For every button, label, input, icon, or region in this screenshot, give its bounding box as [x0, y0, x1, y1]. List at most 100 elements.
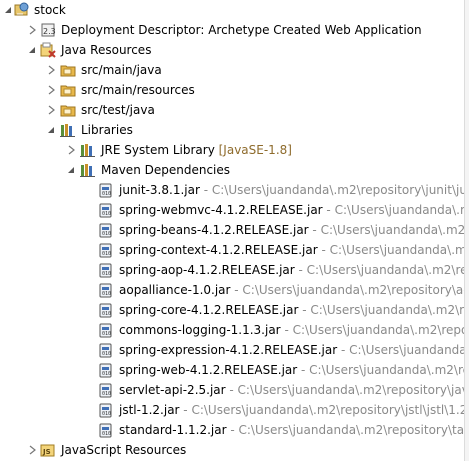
- expand-arrow-icon[interactable]: [46, 85, 56, 95]
- jar-path: - C:\Users\juandanda\.m2\repository: [302, 303, 469, 317]
- collapse-arrow-icon[interactable]: [3, 5, 13, 15]
- collapse-arrow-icon[interactable]: [66, 165, 76, 175]
- library-container-icon: [80, 142, 96, 158]
- tree-item-label: src/main/resources: [81, 83, 195, 97]
- jar-icon: 010: [98, 222, 114, 238]
- tree-item-jre-system-library[interactable]: JRE System Library [JavaSE-1.8]: [0, 140, 469, 160]
- jar-name: standard-1.1.2.jar: [119, 423, 227, 437]
- jar-name: junit-3.8.1.jar: [119, 183, 200, 197]
- tree-item-jar[interactable]: 010 spring-webmvc-4.1.2.RELEASE.jar - C:…: [0, 200, 469, 220]
- svg-text:010: 010: [102, 391, 111, 397]
- tree-item-stock[interactable]: stock: [0, 0, 469, 20]
- jar-path: - C:\Users\juandanda\.m2\repository\jstl…: [179, 403, 468, 417]
- tree-item-src-main-java[interactable]: src/main/java: [0, 60, 469, 80]
- javascript-resources-icon: JS: [40, 442, 56, 458]
- jar-icon: 010: [98, 362, 114, 378]
- jar-icon: 010: [98, 422, 114, 438]
- jar-icon: 010: [98, 262, 114, 278]
- tree-item-label: Libraries: [81, 123, 133, 137]
- tree-item-jar[interactable]: 010 spring-aop-4.1.2.RELEASE.jar - C:\Us…: [0, 260, 469, 280]
- tree-item-jar[interactable]: 010 servlet-api-2.5.jar - C:\Users\juand…: [0, 380, 469, 400]
- svg-text:010: 010: [102, 311, 111, 317]
- tree-item-label: src/test/java: [81, 103, 155, 117]
- source-folder-icon: [60, 102, 76, 118]
- jar-icon: 010: [98, 202, 114, 218]
- tree-item-label: Deployment Descriptor: Archetype Created…: [61, 23, 422, 37]
- jar-path: - C:\Users\juandanda\.m2\repository\tagl: [226, 423, 469, 437]
- jar-name: spring-expression-4.1.2.RELEASE.jar: [119, 343, 338, 357]
- svg-text:JS: JS: [42, 448, 51, 456]
- collapse-arrow-icon[interactable]: [46, 125, 56, 135]
- jar-icon: 010: [98, 342, 114, 358]
- jar-name: jstl-1.2.jar: [119, 403, 180, 417]
- library-container-icon: [80, 162, 96, 178]
- deployment-descriptor-icon: 2.3: [40, 22, 56, 38]
- svg-text:010: 010: [102, 191, 111, 197]
- jar-path: - C:\Users\juandanda\.m2\repository\juni…: [199, 183, 467, 197]
- expand-arrow-icon[interactable]: [46, 65, 56, 75]
- jar-icon: 010: [98, 382, 114, 398]
- web-project-icon: [14, 2, 30, 18]
- jar-path: - C:\Users\juandanda\.m2\repo: [321, 243, 469, 257]
- jar-path: - C:\Users\juandanda\.m2\repositor: [326, 203, 469, 217]
- svg-text:010: 010: [102, 431, 111, 437]
- tree-item-label: JRE System Library [JavaSE-1.8]: [101, 142, 292, 158]
- jar-icon: 010: [98, 282, 114, 298]
- vertical-scrollbar[interactable]: [464, 0, 469, 461]
- java-resources-icon: [40, 42, 56, 58]
- jar-name: spring-core-4.1.2.RELEASE.jar: [119, 303, 299, 317]
- svg-text:010: 010: [102, 291, 111, 297]
- tree-item-src-main-resources[interactable]: src/main/resources: [0, 80, 469, 100]
- tree-item-jar[interactable]: 010 junit-3.8.1.jar - C:\Users\juandanda…: [0, 180, 469, 200]
- tree-item-jar[interactable]: 010 aopalliance-1.0.jar - C:\Users\juand…: [0, 280, 469, 300]
- jar-name: spring-context-4.1.2.RELEASE.jar: [119, 243, 318, 257]
- svg-text:010: 010: [102, 271, 111, 277]
- tree-item-libraries[interactable]: Libraries: [0, 120, 469, 140]
- jar-name: aopalliance-1.0.jar: [119, 283, 231, 297]
- tree-item-label: stock: [34, 3, 66, 17]
- jar-icon: 010: [98, 302, 114, 318]
- collapse-arrow-icon[interactable]: [27, 45, 37, 55]
- tree-item-jar[interactable]: 010 spring-beans-4.1.2.RELEASE.jar - C:\…: [0, 220, 469, 240]
- tree-item-label: Maven Dependencies: [101, 163, 231, 177]
- jar-name: servlet-api-2.5.jar: [119, 383, 226, 397]
- tree-item-jar[interactable]: 010 spring-context-4.1.2.RELEASE.jar - C…: [0, 240, 469, 260]
- tree-item-jar[interactable]: 010 jstl-1.2.jar - C:\Users\juandanda\.m…: [0, 400, 469, 420]
- tree-item-javascript-resources[interactable]: JS JavaScript Resources: [0, 440, 469, 460]
- expand-arrow-icon[interactable]: [66, 145, 76, 155]
- expand-arrow-icon[interactable]: [27, 25, 37, 35]
- svg-text:010: 010: [102, 211, 111, 217]
- tree-item-maven-dependencies[interactable]: Maven Dependencies: [0, 160, 469, 180]
- jar-path: - C:\Users\juandanda\.m2\repository: [301, 363, 469, 377]
- jre-version-decoration: [JavaSE-1.8]: [218, 143, 292, 157]
- svg-text:010: 010: [102, 351, 111, 357]
- jar-name: spring-web-4.1.2.RELEASE.jar: [119, 363, 298, 377]
- source-folder-icon: [60, 82, 76, 98]
- libraries-icon: [60, 122, 76, 138]
- svg-text:010: 010: [102, 371, 111, 377]
- tree-item-label: JavaScript Resources: [61, 443, 187, 457]
- jar-icon: 010: [98, 322, 114, 338]
- jar-name: spring-webmvc-4.1.2.RELEASE.jar: [119, 203, 323, 217]
- tree-item-jar[interactable]: 010 spring-web-4.1.2.RELEASE.jar - C:\Us…: [0, 360, 469, 380]
- tree-item-deployment-descriptor[interactable]: 2.3 Deployment Descriptor: Archetype Cre…: [0, 20, 469, 40]
- jar-path: - C:\Users\juandanda\.m2\repository\java…: [225, 383, 469, 397]
- jar-icon: 010: [98, 182, 114, 198]
- jar-icon: 010: [98, 242, 114, 258]
- tree-item-jar[interactable]: 010 standard-1.1.2.jar - C:\Users\juanda…: [0, 420, 469, 440]
- tree-item-jar[interactable]: 010 commons-logging-1.1.3.jar - C:\Users…: [0, 320, 469, 340]
- tree-item-java-resources[interactable]: Java Resources: [0, 40, 469, 60]
- expand-arrow-icon[interactable]: [46, 105, 56, 115]
- tree-item-src-test-java[interactable]: src/test/java: [0, 100, 469, 120]
- jar-icon: 010: [98, 402, 114, 418]
- tree-item-jar[interactable]: 010 spring-core-4.1.2.RELEASE.jar - C:\U…: [0, 300, 469, 320]
- tree-item-label: Java Resources: [61, 43, 152, 57]
- tree-item-jar[interactable]: 010 spring-expression-4.1.2.RELEASE.jar …: [0, 340, 469, 360]
- source-folder-icon: [60, 62, 76, 78]
- jar-path: - C:\Users\juandanda\.m2\reposito: [312, 223, 469, 237]
- svg-text:010: 010: [102, 231, 111, 237]
- svg-text:010: 010: [102, 251, 111, 257]
- project-explorer-tree: stock 2.3 Deployment Descriptor: Archety…: [0, 0, 469, 461]
- expand-arrow-icon[interactable]: [27, 445, 37, 455]
- jar-name: spring-beans-4.1.2.RELEASE.jar: [119, 223, 309, 237]
